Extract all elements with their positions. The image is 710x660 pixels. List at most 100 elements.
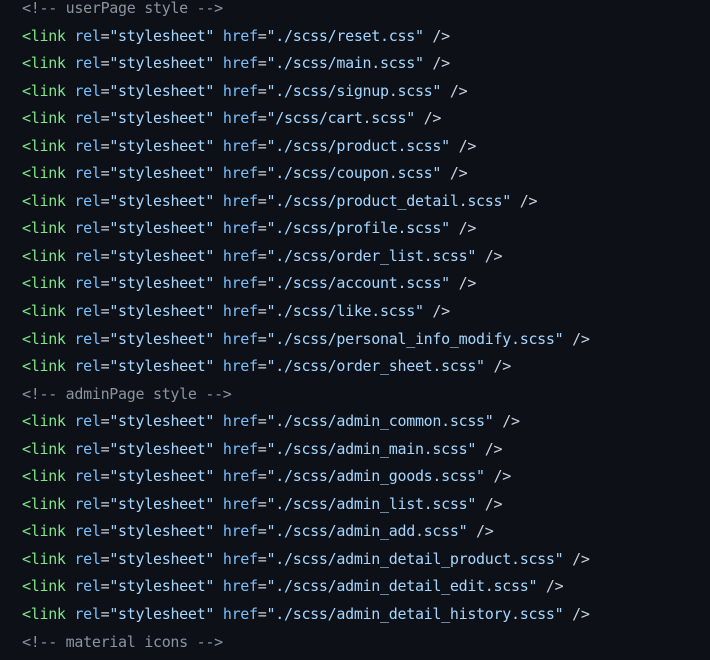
rel-value: "stylesheet" — [109, 412, 215, 431]
code-link-line: <link rel="stylesheet" href="./scss/pers… — [22, 326, 590, 354]
rel-value: "stylesheet" — [109, 219, 215, 238]
rel-value: "stylesheet" — [109, 549, 215, 568]
href-value: "./scss/profile.scss" — [266, 219, 451, 238]
rel-attribute: rel — [74, 164, 101, 183]
tag-close: /> — [449, 136, 477, 155]
code-link-line: <link rel="stylesheet" href="./scss/admi… — [22, 601, 590, 629]
href-value: "./scss/order_sheet.scss" — [266, 357, 486, 376]
equals-sign: = — [257, 577, 267, 596]
link-tag-open: <link — [22, 246, 66, 265]
rel-attribute: rel — [74, 577, 101, 596]
equals-sign: = — [257, 191, 267, 210]
link-tag-open: <link — [22, 219, 66, 238]
code-link-line: <link rel="stylesheet" href="./scss/sign… — [22, 78, 590, 106]
rel-value: "stylesheet" — [109, 605, 215, 624]
code-link-line: <link rel="stylesheet" href="./scss/coup… — [22, 160, 590, 188]
href-attribute: href — [222, 54, 258, 73]
link-tag-open: <link — [22, 81, 66, 100]
link-tag-open: <link — [22, 467, 66, 486]
code-comment-line: <!-- userPage style --> — [22, 0, 590, 23]
tag-close: /> — [510, 191, 538, 210]
equals-sign: = — [257, 54, 267, 73]
code-link-line: <link rel="stylesheet" href="./scss/admi… — [22, 408, 590, 436]
rel-attribute: rel — [74, 274, 101, 293]
link-tag-open: <link — [22, 522, 66, 541]
href-value: "./scss/order_list.scss" — [266, 246, 477, 265]
equals-sign: = — [257, 274, 267, 293]
rel-value: "stylesheet" — [109, 467, 215, 486]
tag-close: /> — [537, 577, 564, 596]
tag-close: /> — [484, 357, 512, 376]
code-link-line: <link rel="stylesheet" href="./scss/prof… — [22, 215, 590, 243]
rel-value: "stylesheet" — [109, 191, 215, 210]
href-value: "./scss/admin_list.scss" — [266, 494, 477, 513]
tag-close: /> — [423, 26, 450, 45]
link-tag-open: <link — [22, 191, 66, 210]
href-value: "./scss/admin_detail_history.scss" — [266, 605, 564, 624]
code-comment-line: <!-- material icons --> — [22, 629, 590, 657]
code-link-line: <link rel="stylesheet" href="./scss/prod… — [22, 133, 590, 161]
tag-close: /> — [441, 81, 468, 100]
href-value: "./scss/product_detail.scss" — [266, 191, 512, 210]
link-tag-open: <link — [22, 357, 66, 376]
href-value: "./scss/coupon.scss" — [266, 164, 442, 183]
rel-value: "stylesheet" — [109, 494, 215, 513]
tag-close: /> — [414, 109, 442, 128]
rel-attribute: rel — [74, 494, 101, 513]
link-tag-open: <link — [22, 26, 66, 45]
tag-close: /> — [476, 439, 503, 458]
rel-attribute: rel — [74, 357, 101, 376]
code-link-line: <link rel="stylesheet" href="./scss/admi… — [22, 546, 590, 574]
code-link-line: <link rel="stylesheet" href="./scss/admi… — [22, 491, 590, 519]
href-value: "./scss/admin_detail_edit.scss" — [266, 577, 538, 596]
code-viewer: <!-- userPage style --> <link rel = "styles… — [0, 0, 710, 660]
code-link-line: <link rel="stylesheet" href="./scss/acco… — [22, 270, 590, 298]
href-attribute: href — [222, 577, 258, 596]
rel-attribute: rel — [74, 329, 101, 348]
href-attribute: href — [222, 164, 258, 183]
href-attribute: href — [222, 439, 258, 458]
code-comment-line: <!-- adminPage style --> — [22, 381, 590, 409]
code-link-line: <link rel="stylesheet" href="/scss/cart.… — [22, 105, 590, 133]
tag-close: /> — [449, 274, 477, 293]
code-link-line: <link rel="stylesheet" href="./scss/admi… — [22, 518, 590, 546]
comment-text: <!-- material icons --> — [22, 632, 223, 651]
rel-value: "stylesheet" — [109, 81, 215, 100]
link-tag-open: <link — [22, 274, 66, 293]
equals-sign: = — [257, 467, 267, 486]
link-tag-open: <link — [22, 54, 66, 73]
href-attribute: href — [222, 26, 258, 45]
href-value: "/scss/cart.scss" — [266, 109, 416, 128]
href-attribute: href — [222, 191, 258, 210]
rel-attribute: rel — [74, 246, 101, 265]
href-attribute: href — [222, 329, 258, 348]
href-value: "./scss/like.scss" — [266, 302, 424, 321]
href-attribute: href — [222, 357, 258, 376]
link-tag-open: <link — [22, 412, 66, 431]
href-attribute: href — [222, 522, 258, 541]
tag-close: /> — [423, 54, 450, 73]
tag-close: /> — [476, 494, 503, 513]
link-tag-open: <link — [22, 302, 66, 321]
href-attribute: href — [222, 412, 258, 431]
rel-value: "stylesheet" — [109, 522, 215, 541]
href-attribute: href — [222, 246, 258, 265]
link-tag-open: <link — [22, 439, 66, 458]
href-attribute: href — [222, 302, 258, 321]
link-tag-open: <link — [22, 577, 66, 596]
rel-value: "stylesheet" — [109, 577, 215, 596]
href-attribute: href — [222, 274, 258, 293]
href-value: "./scss/admin_main.scss" — [266, 439, 477, 458]
equals-sign: = — [257, 26, 267, 45]
